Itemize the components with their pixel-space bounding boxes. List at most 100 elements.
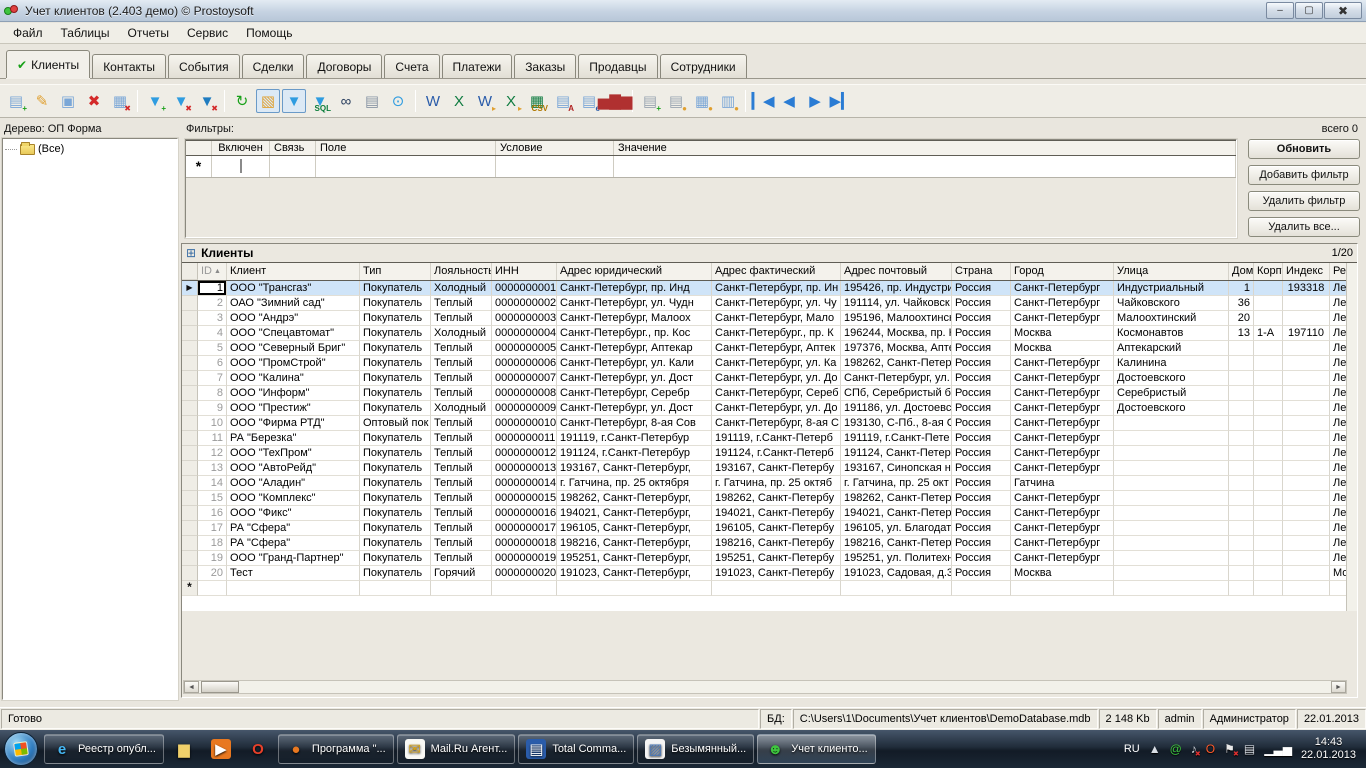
horizontal-scrollbar[interactable]: ◄ ►: [183, 680, 1347, 694]
flag-error-icon[interactable]: ⚑✖: [1224, 743, 1235, 755]
new-record-row[interactable]: *: [182, 581, 1357, 596]
menu-item[interactable]: Таблицы: [52, 24, 119, 42]
icq-icon[interactable]: @: [1170, 743, 1182, 755]
add-record-button[interactable]: ▤+: [4, 89, 28, 113]
delete-table-button[interactable]: ▦✖: [108, 89, 132, 113]
tab[interactable]: Сотрудники: [660, 54, 747, 78]
language-indicator[interactable]: RU: [1124, 743, 1140, 755]
export-csv-button[interactable]: ▦CSV: [525, 89, 549, 113]
tray-expand-icon[interactable]: ▲: [1149, 743, 1161, 755]
col-street[interactable]: Улица: [1114, 263, 1229, 280]
tab[interactable]: ✔ Клиенты: [6, 50, 90, 78]
add-filter-button[interactable]: ▼+: [143, 89, 167, 113]
form-settings-button[interactable]: ▥●: [716, 89, 740, 113]
table-row[interactable]: 3 ООО "Андрэ" Покупатель Теплый 00000000…: [182, 311, 1357, 326]
export-excel-template-button[interactable]: X▸: [499, 89, 523, 113]
tab[interactable]: Продавцы: [578, 54, 657, 78]
taskbar-button-media-player[interactable]: ▶: [204, 734, 238, 764]
tab[interactable]: События: [168, 54, 240, 78]
table-row[interactable]: 13 ООО "АвтоРейд" Покупатель Теплый 0000…: [182, 461, 1357, 476]
tray-clock[interactable]: 14:43 22.01.2013: [1301, 736, 1356, 762]
volume-muted-icon[interactable]: ♪✖: [1191, 743, 1197, 755]
export-rtf-button[interactable]: ▤A: [551, 89, 575, 113]
taskbar-button-firefox[interactable]: ●Программа "...: [278, 734, 394, 764]
table-row[interactable]: 5 ООО "Северный Бриг" Покупатель Теплый …: [182, 341, 1357, 356]
col-loyalty[interactable]: Лояльность: [431, 263, 492, 280]
search-button[interactable]: ∞: [334, 89, 358, 113]
add-row-panel-button[interactable]: ▤+: [638, 89, 662, 113]
nav-next-button[interactable]: ▶: [803, 89, 827, 113]
tab[interactable]: Договоры: [306, 54, 382, 78]
table-row[interactable]: 6 ООО "ПромСтрой" Покупатель Теплый 0000…: [182, 356, 1357, 371]
tab[interactable]: Сделки: [242, 54, 305, 78]
nav-last-button[interactable]: ▶▎: [829, 89, 853, 113]
table-row[interactable]: 9 ООО "Престиж" Покупатель Холодный 0000…: [182, 401, 1357, 416]
export-word-template-button[interactable]: W▸: [473, 89, 497, 113]
tab[interactable]: Платежи: [442, 54, 513, 78]
clipboard-icon[interactable]: ▤: [1244, 743, 1255, 755]
filter-value-cell[interactable]: [614, 156, 1236, 177]
col-city[interactable]: Город: [1011, 263, 1114, 280]
delete-filter-button[interactable]: Удалить фильтр: [1248, 191, 1360, 211]
filter-enabled-checkbox[interactable]: [240, 159, 242, 173]
menu-item[interactable]: Помощь: [237, 24, 301, 42]
chart-button[interactable]: ▅▇▆: [603, 89, 627, 113]
menu-item[interactable]: Отчеты: [119, 24, 178, 42]
table-row[interactable]: 15 ООО "Комплекс" Покупатель Теплый 0000…: [182, 491, 1357, 506]
table-row[interactable]: 17 РА "Сфера" Покупатель Теплый 00000000…: [182, 521, 1357, 536]
tab[interactable]: Контакты: [92, 54, 166, 78]
edit-record-button[interactable]: ✎: [30, 89, 54, 113]
filter-toggle-button[interactable]: ▼: [282, 89, 306, 113]
table-row[interactable]: 19 ООО "Гранд-Партнер" Покупатель Теплый…: [182, 551, 1357, 566]
taskbar-button-internet-explorer[interactable]: eРеестр опубл...: [44, 734, 164, 764]
row-settings-button[interactable]: ▤●: [664, 89, 688, 113]
table-row[interactable]: 16 ООО "Фикс" Покупатель Теплый 00000000…: [182, 506, 1357, 521]
table-row[interactable]: 8 ООО "Информ" Покупатель Теплый 0000000…: [182, 386, 1357, 401]
export-word-button[interactable]: W: [421, 89, 445, 113]
delete-record-button[interactable]: ✖: [82, 89, 106, 113]
table-row[interactable]: 20 Тест Покупатель Горячий 0000000020 19…: [182, 566, 1357, 581]
filter-field-cell[interactable]: [316, 156, 496, 177]
copy-record-button[interactable]: ▣: [56, 89, 80, 113]
menu-item[interactable]: Файл: [4, 24, 52, 42]
nav-first-button[interactable]: ▎◀: [751, 89, 775, 113]
table-row[interactable]: 12 ООО "ТехПром" Покупатель Теплый 00000…: [182, 446, 1357, 461]
table-row[interactable]: 11 РА "Березка" Покупатель Теплый 000000…: [182, 431, 1357, 446]
clear-filters-button[interactable]: ▼✖: [195, 89, 219, 113]
table-row[interactable]: 14 ООО "Аладин" Покупатель Теплый 000000…: [182, 476, 1357, 491]
vertical-scrollbar[interactable]: [1346, 263, 1357, 611]
col-type[interactable]: Тип: [360, 263, 431, 280]
print-button[interactable]: ▤: [360, 89, 384, 113]
taskbar-button-uchet-klientov[interactable]: ☻Учет клиенто...: [757, 734, 875, 764]
taskbar-button-paint[interactable]: ▨Безымянный...: [637, 734, 754, 764]
table-row[interactable]: ▶ 1 ООО "Трансгаз" Покупатель Холодный 0…: [182, 281, 1357, 296]
table-row[interactable]: 7 ООО "Калина" Покупатель Теплый 0000000…: [182, 371, 1357, 386]
scroll-thumb[interactable]: [201, 681, 239, 693]
tree-toggle-button[interactable]: ▧: [256, 89, 280, 113]
taskbar-button-total-commander[interactable]: ▤Total Comma...: [518, 734, 634, 764]
export-excel-button[interactable]: X: [447, 89, 471, 113]
table-row[interactable]: 18 РА "Сфера" Покупатель Теплый 00000000…: [182, 536, 1357, 551]
taskbar-button-opera[interactable]: O: [241, 734, 275, 764]
col-actual-address[interactable]: Адрес фактический: [712, 263, 841, 280]
table-row[interactable]: 4 ООО "Спецавтомат" Покупатель Холодный …: [182, 326, 1357, 341]
network-signal-icon[interactable]: ▁▃▅: [1264, 743, 1292, 755]
tab[interactable]: Заказы: [514, 54, 576, 78]
start-button[interactable]: [4, 732, 38, 766]
col-index[interactable]: Индекс: [1283, 263, 1330, 280]
preview-button[interactable]: ⊙: [386, 89, 410, 113]
delete-filter-button[interactable]: ▼✖: [169, 89, 193, 113]
col-country[interactable]: Страна: [952, 263, 1011, 280]
maximize-button[interactable]: ▢: [1295, 2, 1323, 19]
filter-new-row[interactable]: *: [186, 156, 1236, 178]
nav-prev-button[interactable]: ◀: [777, 89, 801, 113]
col-building[interactable]: Корпус: [1254, 263, 1283, 280]
delete-all-button[interactable]: Удалить все...: [1248, 217, 1360, 237]
col-house[interactable]: Дом: [1229, 263, 1254, 280]
table-row[interactable]: 2 ОАО "Зимний сад" Покупатель Теплый 000…: [182, 296, 1357, 311]
scroll-right-icon[interactable]: ►: [1331, 681, 1346, 693]
col-id[interactable]: ID▲: [198, 263, 227, 280]
menu-item[interactable]: Сервис: [178, 24, 237, 42]
opera-tray-icon[interactable]: O: [1206, 743, 1215, 755]
filter-link-cell[interactable]: [270, 156, 316, 177]
